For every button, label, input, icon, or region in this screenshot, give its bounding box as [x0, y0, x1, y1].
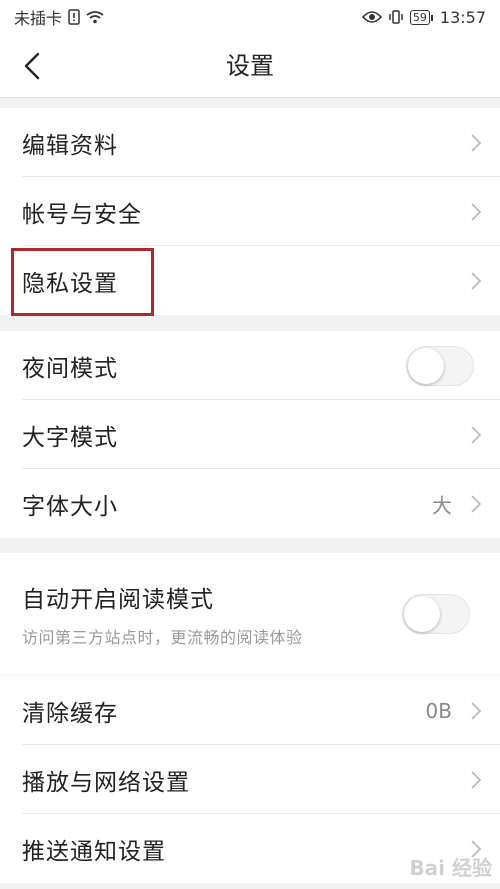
row-sublabel: 访问第三方站点时，更流畅的阅读体验 [22, 628, 303, 647]
row-clear-cache[interactable]: 清除缓存 0B [0, 676, 500, 745]
chevron-right-icon [471, 271, 482, 290]
chevron-right-icon [471, 133, 482, 152]
row-label: 夜间模式 [22, 355, 118, 382]
chevron-right-icon [471, 494, 482, 513]
row-auto-reading-mode[interactable]: 自动开启阅读模式 访问第三方站点时，更流畅的阅读体验 [0, 553, 500, 675]
vibrate-icon [389, 10, 403, 24]
status-left: 未插卡 [14, 5, 104, 29]
chevron-right-icon [471, 770, 482, 789]
battery-icon: 59 [409, 9, 433, 25]
status-bar: 未插卡 59 13:57 [0, 0, 500, 34]
night-mode-toggle[interactable] [406, 345, 474, 386]
settings-group-reading: 自动开启阅读模式 访问第三方站点时，更流畅的阅读体验 [0, 553, 500, 675]
status-right: 59 13:57 [361, 7, 486, 27]
row-playback-network[interactable]: 播放与网络设置 [0, 745, 500, 814]
settings-group-display: 夜间模式 大字模式 字体大小 大 [0, 331, 500, 538]
toggle-knob [408, 347, 444, 384]
navigation-bar: 设置 [0, 34, 500, 98]
cache-size-value: 0B [425, 698, 452, 723]
page-title: 设置 [226, 52, 274, 80]
time-text: 13:57 [439, 7, 486, 27]
auto-reading-toggle[interactable] [402, 594, 470, 634]
row-font-size[interactable]: 字体大小 大 [0, 469, 500, 538]
watermark-text: Bai 经验 [409, 856, 492, 880]
chevron-right-icon [471, 425, 482, 444]
row-label: 大字模式 [22, 424, 118, 451]
highlight-box [11, 248, 154, 316]
chevron-left-icon [24, 52, 40, 80]
row-label: 编辑资料 [22, 132, 118, 159]
row-label: 清除缓存 [22, 700, 118, 727]
font-size-value: 大 [432, 493, 452, 517]
row-label: 字体大小 [22, 493, 118, 520]
carrier-text: 未插卡 [14, 9, 63, 28]
row-night-mode[interactable]: 夜间模式 [0, 331, 500, 400]
back-button[interactable] [14, 46, 50, 86]
row-label: 播放与网络设置 [22, 769, 190, 796]
toggle-knob [404, 596, 440, 632]
sim-alert-icon [68, 9, 80, 25]
row-account-security[interactable]: 帐号与安全 [0, 177, 500, 246]
row-large-text-mode[interactable]: 大字模式 [0, 400, 500, 469]
row-edit-profile[interactable]: 编辑资料 [0, 108, 500, 177]
row-label: 推送通知设置 [22, 838, 166, 865]
baidu-jingyan-watermark: Bai 经验 [409, 852, 492, 881]
wifi-icon [86, 11, 104, 24]
row-label: 自动开启阅读模式 [22, 587, 214, 613]
eye-icon [361, 11, 382, 23]
row-label: 帐号与安全 [22, 201, 142, 228]
chevron-right-icon [471, 202, 482, 221]
chevron-right-icon [471, 701, 482, 720]
